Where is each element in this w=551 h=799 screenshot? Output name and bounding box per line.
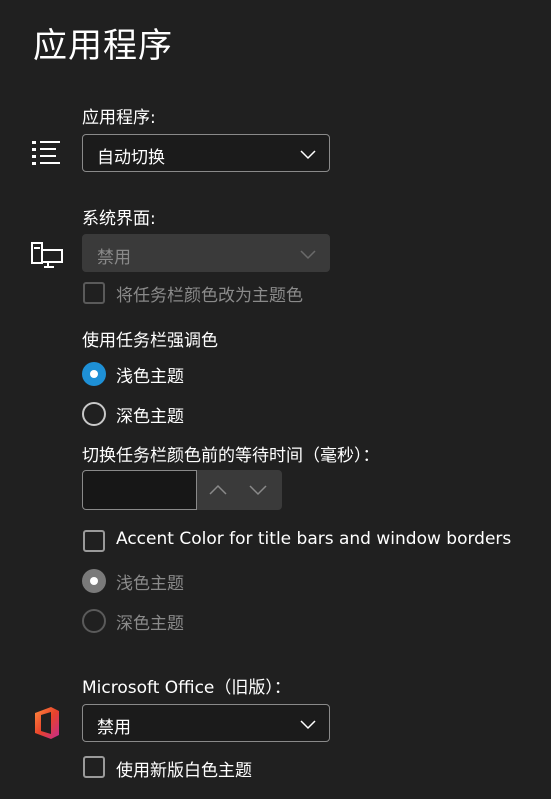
accent-titlebar-checkbox[interactable] <box>83 530 105 552</box>
office-icon <box>31 705 63 741</box>
office-white-theme-label: 使用新版白色主题 <box>116 761 252 781</box>
system-label: 系统界面: <box>82 209 156 229</box>
titlebar-dark-label: 深色主题 <box>116 614 184 634</box>
apps-label: 应用程序: <box>82 108 156 128</box>
desktop-icon <box>30 241 64 269</box>
office-dropdown-value: 禁用 <box>97 718 131 738</box>
taskbar-light-label: 浅色主题 <box>116 367 184 387</box>
chevron-down-icon <box>300 250 316 260</box>
taskbar-light-radio[interactable] <box>82 362 106 386</box>
titlebar-dark-radio[interactable] <box>82 609 106 633</box>
chevron-down-icon <box>300 720 316 730</box>
apps-dropdown[interactable]: 自动切换 <box>82 134 330 172</box>
page-title: 应用程序 <box>33 26 173 66</box>
apps-dropdown-value: 自动切换 <box>97 148 165 168</box>
office-label: Microsoft Office（旧版）： <box>82 678 291 698</box>
taskbar-color-checkbox[interactable] <box>83 282 105 304</box>
chevron-down-icon <box>300 150 316 160</box>
accent-titlebar-label: Accent Color for title bars and window b… <box>116 529 512 549</box>
titlebar-light-label: 浅色主题 <box>116 574 184 594</box>
office-white-theme-checkbox[interactable] <box>83 756 105 778</box>
delay-stepper <box>197 470 282 510</box>
taskbar-color-checkbox-label: 将任务栏颜色改为主题色 <box>116 286 303 306</box>
system-dropdown[interactable]: 禁用 <box>82 234 330 272</box>
chevron-up-icon[interactable] <box>207 480 229 500</box>
taskbar-dark-label: 深色主题 <box>116 407 184 427</box>
titlebar-light-radio[interactable] <box>82 569 106 593</box>
chevron-down-icon[interactable] <box>247 480 269 500</box>
system-dropdown-value: 禁用 <box>97 248 131 268</box>
list-icon <box>30 139 62 169</box>
delay-number-input[interactable] <box>82 470 197 510</box>
office-dropdown[interactable]: 禁用 <box>82 704 330 742</box>
taskbar-dark-radio[interactable] <box>82 402 106 426</box>
taskbar-accent-heading: 使用任务栏强调色 <box>82 331 218 351</box>
delay-label: 切换任务栏颜色前的等待时间（毫秒）： <box>82 446 380 466</box>
